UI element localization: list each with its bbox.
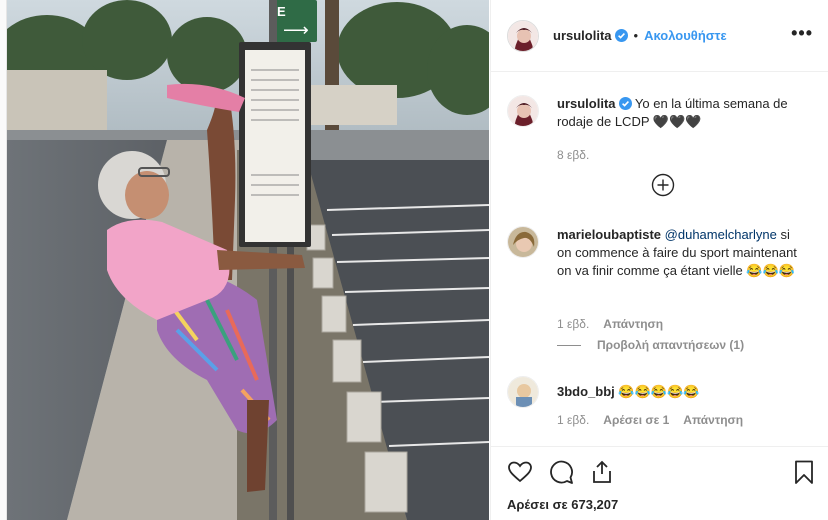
comment-meta: 1 εβδ. Αρέσει σε 1 Απάντηση [557,413,743,427]
comment-time[interactable]: 1 εβδ. [557,413,589,427]
caption-body: ursulolita Yo en la última semana de rod… [557,95,807,131]
bookmark-icon[interactable] [791,459,817,485]
header-separator: • [633,28,639,43]
comment-mention[interactable]: @duhamelcharlyne [665,227,777,242]
load-more-comments-icon[interactable] [651,173,675,197]
caption-avatar-image [508,96,538,126]
comment-body: marieloubaptiste @duhamelcharlyne si on … [557,226,807,280]
comment-row: 3bdo_bbj 😂😂😂😂😂 [507,376,807,408]
heart-icon[interactable] [507,459,533,485]
author-avatar-image [508,20,538,51]
comment-body: 3bdo_bbj 😂😂😂😂😂 [557,376,807,408]
comment-likes-button[interactable]: Αρέσει σε 1 [603,413,669,427]
view-replies-label: Προβολή απαντήσεων (1) [597,338,745,352]
photo-illustration: E ⟶ [7,0,489,520]
reply-button[interactable]: Απάντηση [683,413,743,427]
reply-button[interactable]: Απάντηση [603,317,663,331]
share-icon[interactable] [589,459,615,485]
comment-avatar[interactable] [507,226,539,258]
comments-list: ursulolita Yo en la última semana de rod… [491,73,828,445]
caption-meta: 8 εβδ. [557,148,589,162]
street-sign-arrow: ⟶ [283,20,309,40]
comment-meta: 1 εβδ. Απάντηση [557,317,663,331]
comment-username[interactable]: 3bdo_bbj [557,384,615,399]
author-avatar[interactable] [507,19,539,52]
post-dialog: E ⟶ ursulolita • Ακολουθήστε ••• ursulol… [6,0,828,520]
caption-username[interactable]: ursulolita [557,96,616,111]
comment-time[interactable]: 1 εβδ. [557,317,589,331]
street-sign-letter: E [277,4,286,19]
verified-badge-icon [614,29,628,42]
comment-text: 😂😂😂😂😂 [618,384,700,399]
caption-row: ursulolita Yo en la última semana de rod… [507,95,807,131]
comment-avatar-image [508,227,538,257]
more-options-icon[interactable]: ••• [791,24,813,42]
post-side-panel: ursulolita • Ακολουθήστε ••• ursulolita … [490,0,828,520]
post-photo[interactable]: E ⟶ [7,0,489,520]
view-replies-button[interactable]: Προβολή απαντήσεων (1) [557,338,744,352]
post-actions: Αρέσει σε 673,207 [491,446,828,520]
caption-avatar[interactable] [507,95,539,127]
likes-count[interactable]: Αρέσει σε 673,207 [507,497,618,512]
comment-icon[interactable] [548,459,574,485]
caption-time[interactable]: 8 εβδ. [557,148,589,162]
post-header: ursulolita • Ακολουθήστε ••• [491,0,828,72]
comment-row: marieloubaptiste @duhamelcharlyne si on … [507,226,807,280]
follow-button[interactable]: Ακολουθήστε [644,28,727,43]
caption-verified-icon [618,97,632,110]
comment-username[interactable]: marieloubaptiste [557,227,661,242]
author-username[interactable]: ursulolita [553,28,612,43]
replies-divider [557,344,581,346]
comment-avatar-image [508,377,538,407]
comment-avatar[interactable] [507,376,539,408]
